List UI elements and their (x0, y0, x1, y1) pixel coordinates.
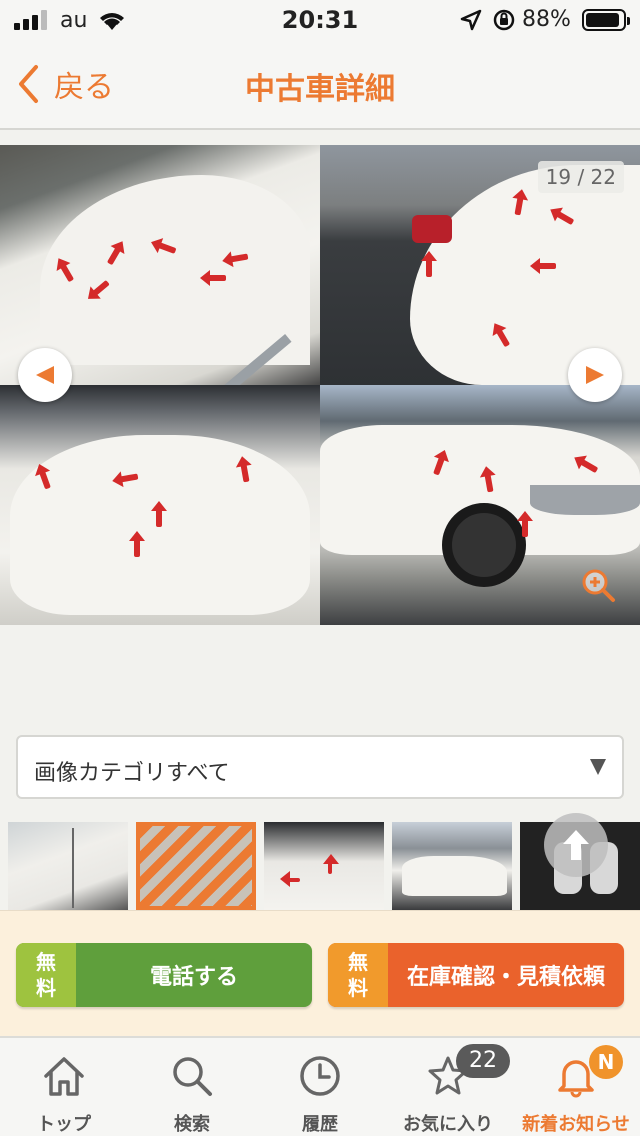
new-notification-badge: N (589, 1045, 623, 1079)
favorites-count-badge: 22 (456, 1044, 510, 1078)
tab-search[interactable]: 検索 (128, 1038, 256, 1136)
thumbnail-item[interactable] (264, 822, 384, 910)
search-icon (173, 1057, 212, 1096)
tab-history[interactable]: 履歴 (256, 1038, 384, 1136)
free-badge: 無 料 (16, 943, 76, 1007)
page-title: 中古車詳細 (245, 72, 395, 107)
tab-top[interactable]: トップ (0, 1038, 128, 1136)
image-category-select[interactable]: 画像カテゴリすべて (16, 735, 624, 799)
tab-bar: トップ 検索 履歴 お気に入り 新着お知らせ (0, 1036, 640, 1136)
triangle-right-icon (586, 366, 604, 384)
photo-hood (0, 385, 320, 625)
call-button-label: 電話する (149, 965, 238, 990)
inventory-quote-button[interactable]: 無 料 在庫確認・見積依頼 (328, 943, 624, 1007)
action-bar: 無 料 電話する 無 料 在庫確認・見積依頼 (0, 910, 640, 1036)
tab-label: トップ (37, 1114, 91, 1135)
thumbnail-item-selected[interactable] (136, 822, 256, 910)
scroll-to-top-button[interactable] (544, 813, 608, 877)
thumbnail-strip[interactable] (0, 822, 640, 910)
triangle-left-icon (36, 366, 54, 384)
zoom-in-icon[interactable] (580, 567, 616, 603)
inventory-quote-label: 在庫確認・見積依頼 (406, 965, 605, 990)
thumbnail-item[interactable] (8, 822, 128, 910)
photo-gallery[interactable]: 19 / 22 (0, 145, 640, 625)
battery-icon (582, 9, 630, 31)
tab-label: 履歴 (302, 1114, 338, 1135)
image-category-value: 画像カテゴリすべて (34, 761, 230, 786)
dropdown-caret-icon (590, 759, 606, 775)
previous-photo-button[interactable] (18, 348, 72, 402)
tab-label: 新着お知らせ (522, 1114, 630, 1135)
battery-percent: 88% (522, 7, 571, 32)
free-badge: 無 料 (328, 943, 388, 1007)
rotation-lock-icon (493, 9, 515, 31)
location-icon (460, 9, 482, 31)
thumbnail-item[interactable] (392, 822, 512, 910)
photo-counter: 19 / 22 (537, 161, 624, 193)
tab-label: お気に入り (403, 1114, 493, 1135)
home-icon (44, 1057, 84, 1096)
call-button[interactable]: 無 料 電話する (16, 943, 312, 1007)
arrow-up-icon (563, 830, 589, 860)
next-photo-button[interactable] (568, 348, 622, 402)
status-bar: au 20:31 88% (0, 0, 640, 40)
clock-icon (300, 1056, 340, 1096)
tab-label: 検索 (174, 1114, 210, 1135)
nav-bar: 戻る 中古車詳細 (0, 40, 640, 130)
